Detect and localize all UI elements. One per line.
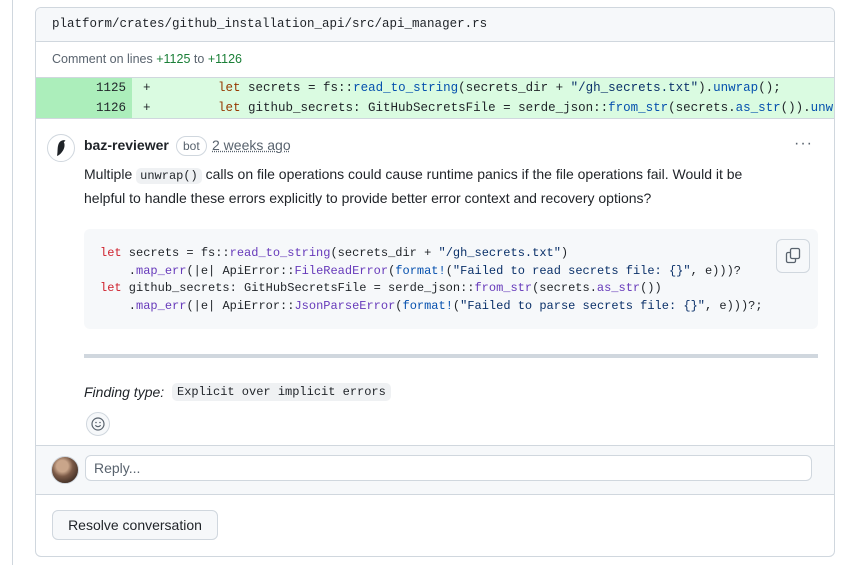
- diff-sign: +: [143, 81, 151, 95]
- lines-note-prefix: Comment on lines: [52, 52, 153, 66]
- comment-timestamp[interactable]: 2 weeks ago: [212, 137, 291, 153]
- smiley-icon[interactable]: [86, 412, 110, 436]
- finding-type-value: Explicit over implicit errors: [172, 383, 391, 401]
- divider: [84, 354, 818, 358]
- suggestion-code: let secrets = fs::read_to_string(secrets…: [100, 246, 763, 313]
- diff-code: let github_secrets: GitHubSecretsFile = …: [218, 101, 834, 115]
- suggestion-code-block: let secrets = fs::read_to_string(secrets…: [84, 229, 818, 329]
- bird-icon[interactable]: [47, 134, 75, 162]
- inline-code: unwrap(): [136, 168, 202, 184]
- lines-note-to: to: [193, 52, 205, 66]
- resolve-conversation-button[interactable]: Resolve conversation: [52, 510, 218, 540]
- diff-code: let secrets = fs::read_to_string(secrets…: [218, 81, 781, 95]
- copy-icon[interactable]: [776, 239, 810, 273]
- avatar[interactable]: [51, 456, 79, 484]
- review-thread-card: platform/crates/github_installation_api/…: [35, 7, 835, 557]
- file-path[interactable]: platform/crates/github_installation_api/…: [52, 17, 487, 31]
- reply-input[interactable]: [85, 455, 812, 481]
- diff-row: 1126 + let github_secrets: GitHubSecrets…: [36, 98, 834, 118]
- diff-row: 1125 + let secrets = fs::read_to_string(…: [36, 78, 834, 98]
- diff-line-number[interactable]: 1126: [36, 98, 132, 118]
- diff-hunk: 1125 + let secrets = fs::read_to_string(…: [36, 77, 834, 119]
- timeline-rule: [12, 0, 13, 565]
- comment-author[interactable]: baz-reviewer: [84, 137, 169, 153]
- reply-bar: [36, 445, 834, 495]
- bot-badge: bot: [176, 136, 207, 156]
- kebab-horizontal-icon[interactable]: ···: [794, 135, 813, 153]
- comment-body: Multiple unwrap() calls on file operatio…: [84, 166, 743, 206]
- diff-line-number[interactable]: 1125: [36, 78, 132, 98]
- line-from: +1125: [156, 52, 191, 66]
- line-to: +1126: [207, 52, 243, 66]
- diff-sign: +: [143, 101, 151, 115]
- finding-type-label: Finding type:: [84, 384, 165, 400]
- comment-lines-note: Comment on lines +1125 to +1126: [52, 52, 242, 66]
- file-header: platform/crates/github_installation_api/…: [36, 8, 834, 42]
